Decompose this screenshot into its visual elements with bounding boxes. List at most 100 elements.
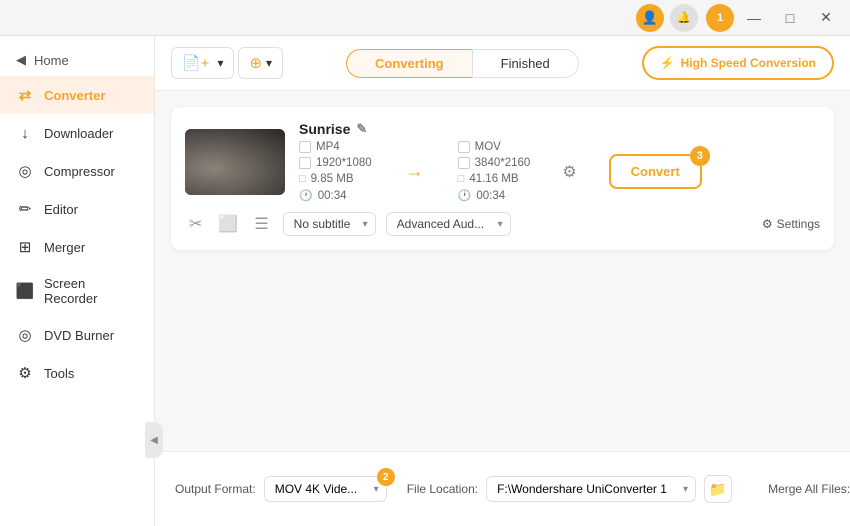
source-format-check[interactable] xyxy=(299,141,311,153)
source-size: □ 9.85 MB xyxy=(299,173,372,185)
target-format-check[interactable] xyxy=(458,141,470,153)
file-name: Sunrise xyxy=(299,121,350,137)
settings-label[interactable]: ⚙ Settings xyxy=(762,217,820,231)
sidebar-item-screen-recorder[interactable]: ⬛ Screen Recorder xyxy=(0,266,154,316)
subtitle-dropdown-wrapper: No subtitle xyxy=(283,212,376,236)
sidebar-item-compressor[interactable]: ◎ Compressor xyxy=(0,152,154,190)
effects-icon[interactable]: ☰ xyxy=(250,212,272,236)
sidebar-item-downloader[interactable]: ↓ Downloader xyxy=(0,114,154,152)
browse-folder-button[interactable]: 📁 xyxy=(704,475,732,503)
add-files-dropdown-icon: ▾ xyxy=(217,56,223,70)
editor-icon: ✏ xyxy=(16,200,34,218)
target-duration: 🕐 00:34 xyxy=(458,189,531,202)
output-format-label: Output Format: xyxy=(175,482,256,496)
back-arrow-icon: ◀ xyxy=(16,52,26,68)
convert-badge: 3 xyxy=(690,146,710,166)
source-duration: 🕐 00:34 xyxy=(299,189,372,202)
sidebar-downloader-label: Downloader xyxy=(44,126,113,141)
file-location-select-wrapper: F:\Wondershare UniConverter 1 xyxy=(486,476,696,502)
screen-recorder-icon: ⬛ xyxy=(16,282,34,300)
dvd-burner-icon: ◎ xyxy=(16,326,34,344)
lightning-icon: ⚡ xyxy=(660,56,675,70)
minimize-button[interactable]: — xyxy=(738,2,770,34)
high-speed-button[interactable]: ⚡ High Speed Conversion xyxy=(642,46,834,80)
file-title-row: Sunrise ✎ xyxy=(299,121,820,137)
sidebar-dvd-burner-label: DVD Burner xyxy=(44,328,114,343)
target-size-label: 41.16 MB xyxy=(469,173,518,185)
merge-all-label: Merge All Files: xyxy=(768,482,850,496)
sidebar: ◀ Home ⇄ Converter ↓ Downloader ◎ Compre… xyxy=(0,36,155,526)
user-icon[interactable]: 👤 xyxy=(636,4,664,32)
source-duration-label: 00:34 xyxy=(318,190,347,202)
sidebar-tools-label: Tools xyxy=(44,366,74,381)
convert-options-button[interactable]: ⊕ ▾ xyxy=(238,47,283,79)
audio-dropdown-wrapper: Advanced Aud... xyxy=(386,212,511,236)
duration-icon: 🕐 xyxy=(299,189,313,202)
file-card: Sunrise ✎ MP4 xyxy=(171,107,834,250)
convert-options-dropdown-icon: ▾ xyxy=(266,56,272,70)
subtitle-select[interactable]: No subtitle xyxy=(283,212,376,236)
convert-arrow-icon: → xyxy=(396,161,434,182)
merge-group: Merge All Files: xyxy=(768,480,850,498)
edit-title-icon[interactable]: ✎ xyxy=(356,121,367,137)
target-size-icon: □ xyxy=(458,173,465,185)
downloader-icon: ↓ xyxy=(16,124,34,142)
convert-button[interactable]: Convert xyxy=(609,154,702,189)
tab-converting[interactable]: Converting xyxy=(346,49,472,78)
source-format-label: MP4 xyxy=(316,141,340,153)
file-actions: ✂ ⬜ ☰ xyxy=(185,212,273,236)
source-meta: MP4 1920*1080 □ 9.85 MB xyxy=(299,141,372,202)
target-duration-icon: 🕐 xyxy=(458,189,472,202)
audio-select[interactable]: Advanced Aud... xyxy=(386,212,511,236)
output-format-select[interactable]: MOV 4K Vide... xyxy=(264,476,387,502)
file-size-icon: □ xyxy=(299,173,306,185)
tools-icon: ⚙ xyxy=(16,364,34,382)
add-files-button[interactable]: 📄+ ▾ xyxy=(171,47,234,79)
file-meta-row: MP4 1920*1080 □ 9.85 MB xyxy=(299,141,820,202)
title-bar: 👤 🔔 1 — □ ✕ xyxy=(0,0,850,36)
target-resolution-check[interactable] xyxy=(458,157,470,169)
target-meta: MOV 3840*2160 □ 41.16 MB xyxy=(458,141,531,202)
tab-area: Converting Finished xyxy=(295,49,630,78)
convert-button-wrapper: Convert 3 xyxy=(609,154,702,189)
converter-icon: ⇄ xyxy=(16,86,34,104)
home-label: Home xyxy=(34,53,69,68)
file-location-label: File Location: xyxy=(407,482,478,496)
settings-text: Settings xyxy=(777,217,820,231)
target-format: MOV xyxy=(458,141,531,153)
file-location-select[interactable]: F:\Wondershare UniConverter 1 xyxy=(486,476,696,502)
sidebar-item-merger[interactable]: ⊞ Merger xyxy=(0,228,154,266)
sidebar-item-tools[interactable]: ⚙ Tools xyxy=(0,354,154,392)
file-thumbnail xyxy=(185,129,285,195)
toolbar: 📄+ ▾ ⊕ ▾ Converting Finished ⚡ High Spee… xyxy=(155,36,850,91)
sidebar-converter-label: Converter xyxy=(44,88,105,103)
title-bar-notification: 👤 🔔 xyxy=(636,4,698,32)
sidebar-screen-recorder-label: Screen Recorder xyxy=(44,276,138,306)
source-resolution-label: 1920*1080 xyxy=(316,157,372,169)
bell-icon[interactable]: 🔔 xyxy=(670,4,698,32)
profile-badge[interactable]: 1 xyxy=(706,4,734,32)
crop-icon[interactable]: ⬜ xyxy=(214,212,242,236)
cut-icon[interactable]: ✂ xyxy=(185,212,206,236)
folder-icon: 📁 xyxy=(709,481,726,498)
close-button[interactable]: ✕ xyxy=(810,2,842,34)
file-settings-icon[interactable]: ⚙ xyxy=(562,162,576,182)
maximize-button[interactable]: □ xyxy=(774,2,806,34)
output-format-select-wrapper: MOV 4K Vide... 2 xyxy=(264,476,387,502)
bottom-bar: Output Format: MOV 4K Vide... 2 File Loc… xyxy=(155,451,850,526)
main-area: Sunrise ✎ MP4 xyxy=(155,91,850,451)
compressor-icon: ◎ xyxy=(16,162,34,180)
sidebar-editor-label: Editor xyxy=(44,202,78,217)
sidebar-home[interactable]: ◀ Home xyxy=(0,44,154,76)
sidebar-item-dvd-burner[interactable]: ◎ DVD Burner xyxy=(0,316,154,354)
source-resolution-check[interactable] xyxy=(299,157,311,169)
window-controls: 1 — □ ✕ xyxy=(706,2,842,34)
sidebar-collapse-btn[interactable]: ◀ xyxy=(145,422,163,458)
sidebar-item-converter[interactable]: ⇄ Converter xyxy=(0,76,154,114)
file-info: Sunrise ✎ MP4 xyxy=(299,121,820,202)
output-format-group: Output Format: MOV 4K Vide... 2 xyxy=(175,476,387,502)
sidebar-item-editor[interactable]: ✏ Editor xyxy=(0,190,154,228)
tab-finished[interactable]: Finished xyxy=(472,49,579,78)
add-file-icon: 📄+ xyxy=(182,54,209,72)
convert-options-icon: ⊕ xyxy=(249,54,262,72)
